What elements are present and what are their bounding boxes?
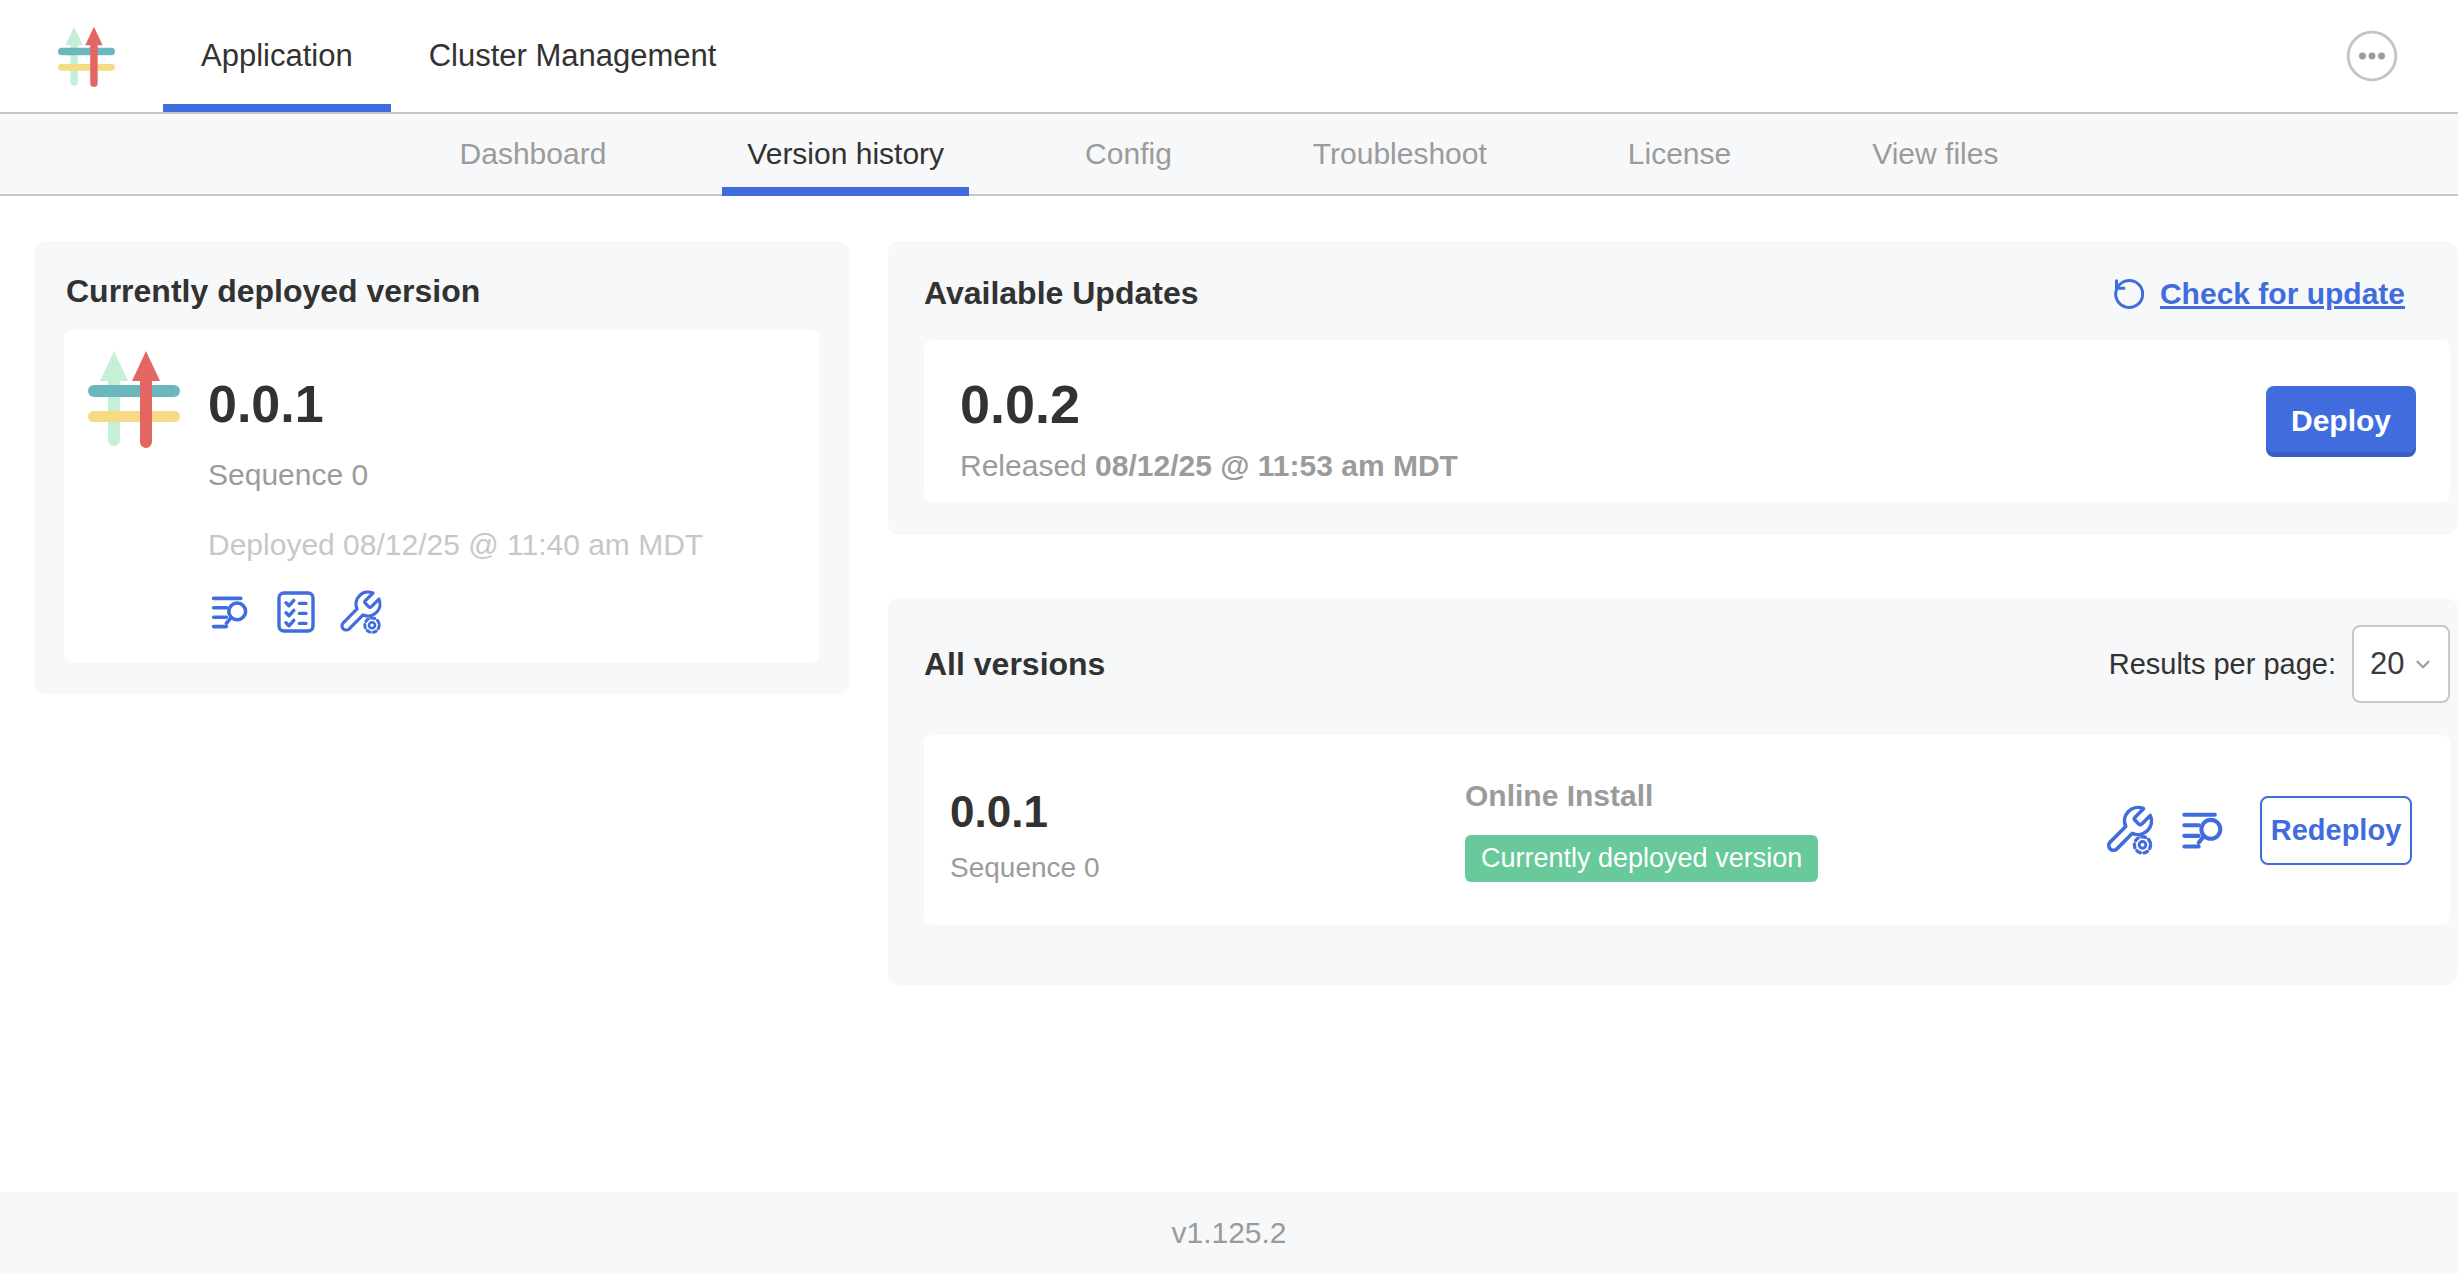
subnav-license[interactable]: License (1603, 114, 1756, 194)
currently-deployed-badge: Currently deployed version (1465, 835, 1818, 882)
results-per-page-select[interactable]: 20 (2352, 625, 2450, 703)
chevron-down-icon (2412, 653, 2434, 675)
footer: v1.125.2 (0, 1192, 2458, 1274)
main-content: Currently deployed version 0.0.1 Sequenc… (0, 196, 2458, 985)
install-type-label: Online Install (1465, 779, 2102, 813)
app-logo-icon (88, 350, 180, 448)
update-version-number: 0.0.2 (960, 377, 1458, 431)
row-sequence: Sequence 0 (950, 852, 1465, 884)
deploy-button[interactable]: Deploy (2266, 386, 2416, 457)
currently-deployed-card: Currently deployed version 0.0.1 Sequenc… (34, 241, 849, 694)
version-row: 0.0.1 Sequence 0 Online Install Currentl… (924, 735, 2450, 925)
update-released-timestamp: Released 08/12/25 @ 11:53 am MDT (960, 449, 1458, 483)
preflight-checks-icon[interactable] (272, 588, 320, 636)
check-for-update-link[interactable]: Check for update (2112, 276, 2405, 312)
tab-cluster-management[interactable]: Cluster Management (391, 0, 755, 112)
config-icon[interactable] (336, 588, 384, 636)
deployed-timestamp: Deployed 08/12/25 @ 11:40 am MDT (208, 528, 703, 562)
deployed-version-number: 0.0.1 (208, 378, 703, 430)
header-tabs: Application Cluster Management (163, 0, 754, 112)
overflow-menu-icon[interactable] (2346, 30, 2398, 82)
update-item: 0.0.2 Released 08/12/25 @ 11:53 am MDT D… (924, 340, 2450, 502)
refresh-icon (2112, 276, 2148, 312)
all-versions-card: All versions Results per page: 20 0.0.1 … (888, 598, 2458, 985)
deploy-logs-icon[interactable] (208, 588, 256, 636)
all-versions-title: All versions (924, 646, 1105, 683)
redeploy-button[interactable]: Redeploy (2260, 796, 2412, 865)
available-updates-title: Available Updates (924, 275, 1198, 312)
currently-deployed-title: Currently deployed version (66, 273, 819, 310)
config-icon[interactable] (2102, 803, 2156, 857)
console-version: v1.125.2 (1171, 1216, 1286, 1250)
row-version-number: 0.0.1 (950, 790, 1465, 834)
app-subnav: Dashboard Version history Config Trouble… (0, 114, 2458, 196)
results-per-page-label: Results per page: (2109, 648, 2336, 681)
deployed-sequence: Sequence 0 (208, 458, 703, 492)
top-header: Application Cluster Management (0, 0, 2458, 114)
subnav-config[interactable]: Config (1060, 114, 1197, 194)
available-updates-card: Available Updates Check for update 0.0.2… (888, 241, 2458, 535)
subnav-dashboard[interactable]: Dashboard (435, 114, 632, 194)
tab-application[interactable]: Application (163, 0, 391, 112)
deployed-version-panel: 0.0.1 Sequence 0 Deployed 08/12/25 @ 11:… (64, 330, 819, 663)
subnav-view-files[interactable]: View files (1847, 114, 2023, 194)
subnav-troubleshoot[interactable]: Troubleshoot (1288, 114, 1512, 194)
deploy-logs-icon[interactable] (2178, 803, 2232, 857)
subnav-version-history[interactable]: Version history (722, 114, 969, 194)
app-logo-icon (58, 23, 115, 90)
